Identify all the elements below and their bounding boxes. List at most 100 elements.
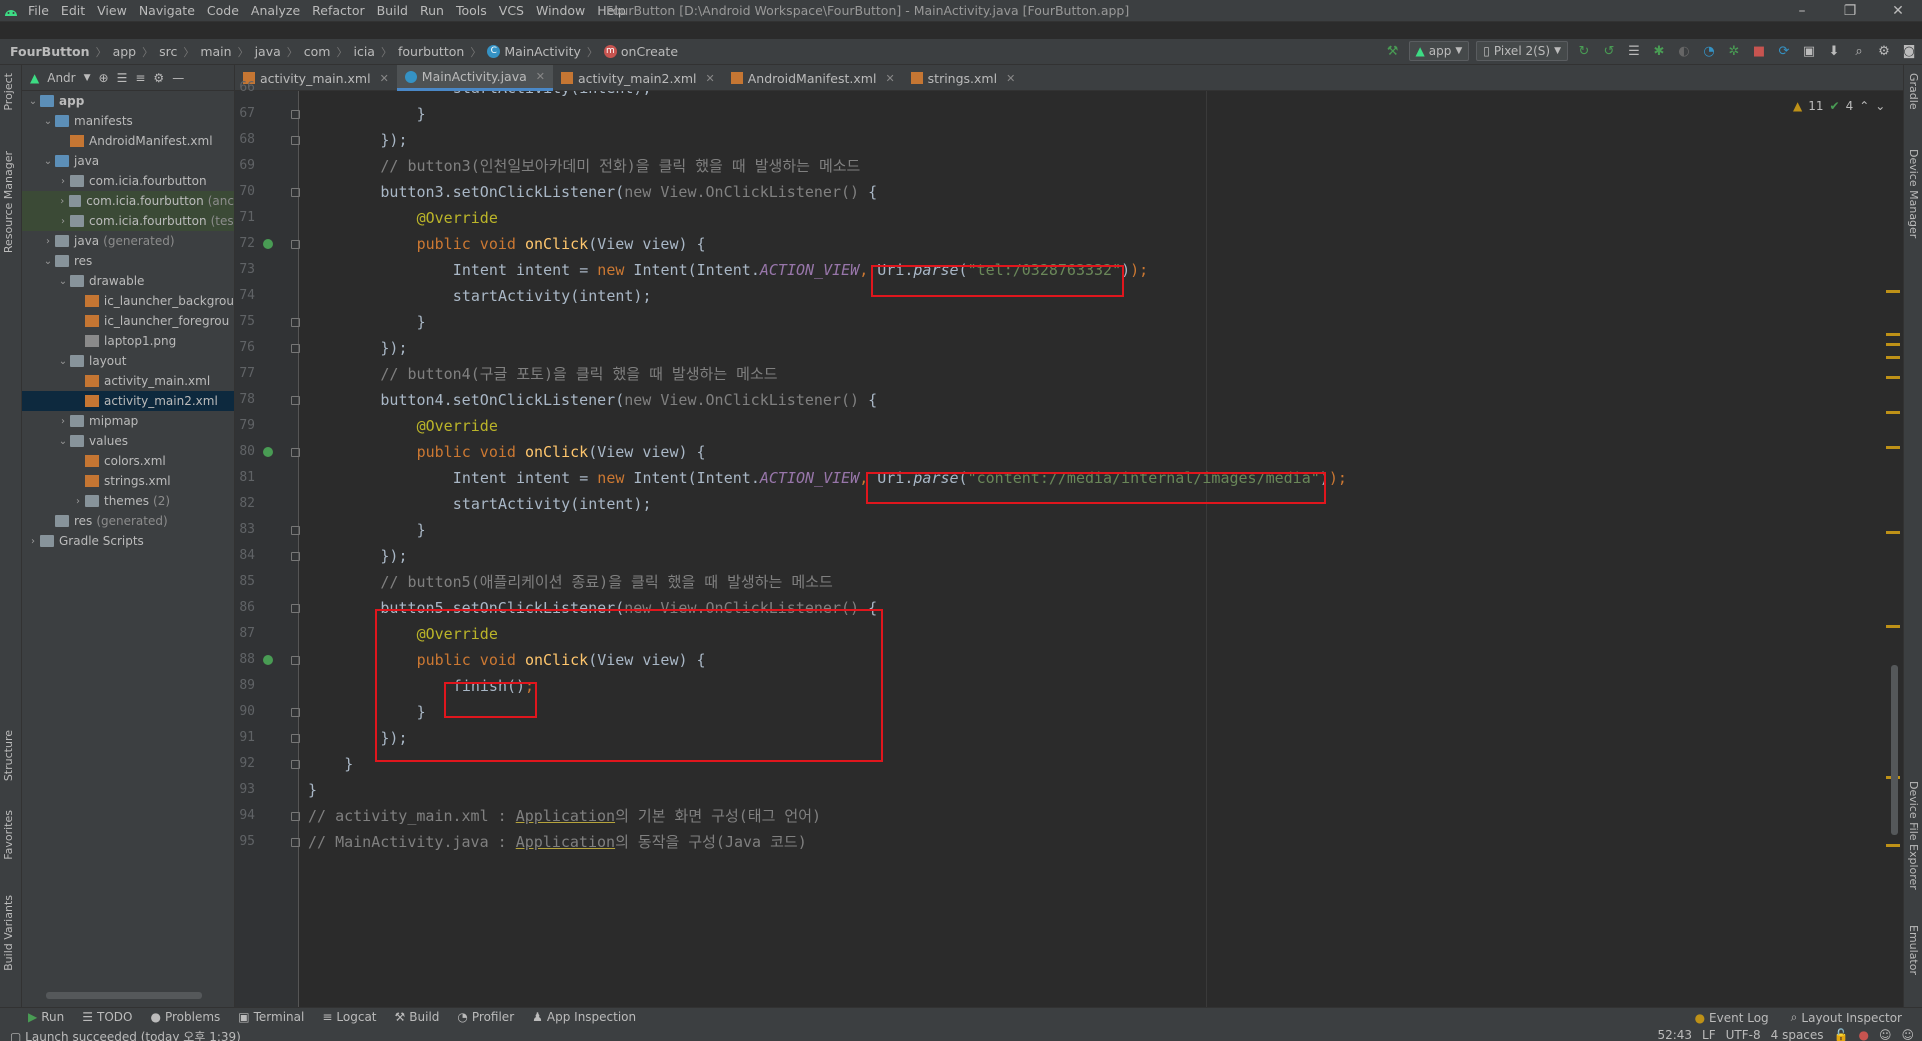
apply-changes-icon[interactable]: ↻ [1575,42,1593,60]
sync-gradle-icon[interactable]: ⟳ [1775,42,1793,60]
tool-tab-favorites[interactable]: Favorites [2,810,15,860]
tool-tab-event-log[interactable]: ● Event Log [1695,1010,1769,1025]
tool-tab-project[interactable]: Project [2,73,15,111]
breadcrumb-item[interactable]: src [159,44,177,59]
inspection-widget[interactable]: ▲ 11 ✔ 4 ⌃ ⌄ [1793,99,1885,113]
tool-tab-build[interactable]: ⚒ Build [395,1010,440,1024]
chevron-down-icon[interactable]: ⌄ [41,256,55,267]
fold-icon[interactable] [291,448,300,457]
apply-code-changes-icon[interactable]: ↺ [1600,42,1618,60]
fold-icon[interactable] [291,136,300,145]
close-tab-icon[interactable]: ✕ [380,72,389,85]
tree-item[interactable]: › themes (2) [22,491,234,511]
tool-tab-device-manager[interactable]: Device Manager [1907,149,1920,238]
menu-edit[interactable]: Edit [55,3,91,18]
editor-tab[interactable]: MainActivity.java ✕ [396,65,553,91]
collapse-all-icon[interactable]: ≡ [135,71,145,85]
expand-all-icon[interactable]: ☰ [117,71,128,85]
close-tab-icon[interactable]: ✕ [1006,72,1015,85]
fold-icon[interactable] [291,240,300,249]
breadcrumb-item[interactable]: fourbutton [398,44,464,59]
fold-icon[interactable] [291,656,300,665]
hide-icon[interactable]: — [172,71,184,85]
tree-item[interactable]: laptop1.png [22,331,234,351]
fold-icon[interactable] [291,344,300,353]
tool-tab-structure[interactable]: Structure [2,730,15,781]
chevron-right-icon[interactable]: › [56,216,70,227]
chevron-down-icon[interactable]: ⌄ [26,96,40,107]
minimize-icon[interactable]: – [1778,0,1826,22]
menu-tools[interactable]: Tools [450,3,493,18]
tool-tab-emulator[interactable]: Emulator [1907,925,1920,975]
editor-tab[interactable]: activity_main.xml ✕ [235,65,397,91]
tool-tab-build-variants[interactable]: Build Variants [2,895,15,971]
attach-debugger-icon[interactable]: ✲ [1725,42,1743,60]
chevron-right-icon[interactable]: › [56,416,70,427]
tree-item[interactable]: ⌄ res [22,251,234,271]
close-tab-icon[interactable]: ✕ [885,72,894,85]
tool-tab-logcat[interactable]: ≡ Logcat [322,1010,376,1024]
breadcrumb-item[interactable]: com [304,44,331,59]
tool-tab-run[interactable]: ▶ Run [28,1010,64,1024]
avatar-icon[interactable]: ◙ [1900,42,1918,60]
file-encoding[interactable]: UTF-8 [1726,1028,1761,1041]
tree-item[interactable]: › mipmap [22,411,234,431]
menu-view[interactable]: View [91,3,133,18]
tree-item[interactable]: AndroidManifest.xml [22,131,234,151]
menu-file[interactable]: File [22,3,55,18]
tool-tab-gradle[interactable]: Gradle [1907,73,1920,110]
chevron-down-icon[interactable]: ⌄ [41,156,55,167]
restore-icon[interactable]: ❐ [1826,0,1874,22]
tree-item[interactable]: activity_main.xml [22,371,234,391]
tree-item[interactable]: › com.icia.fourbutton (tes [22,211,234,231]
tool-tab-layout-inspector[interactable]: ⌕ Layout Inspector [1791,1010,1902,1025]
editor-tab[interactable]: AndroidManifest.xml ✕ [723,65,903,91]
tool-tab-device-file-explorer[interactable]: Device File Explorer [1907,781,1920,890]
fold-icon[interactable] [291,396,300,405]
chevron-right-icon[interactable]: › [41,236,55,247]
chevron-right-icon[interactable]: › [71,496,85,507]
breadcrumb-item[interactable]: FourButton [10,44,90,59]
fold-icon[interactable] [291,604,300,613]
menu-run[interactable]: Run [414,3,450,18]
chevron-down-icon[interactable]: ⌄ [56,276,70,287]
device-manager-icon[interactable]: ▣ [1800,42,1818,60]
override-icon[interactable] [263,447,273,457]
menu-window[interactable]: Window [530,3,591,18]
run-config-select[interactable]: ▲ app ▼ [1408,41,1470,61]
lock-icon[interactable]: 🔓 [1834,1028,1849,1041]
tree-item[interactable]: ⌄ manifests [22,111,234,131]
close-icon[interactable]: ✕ [1874,0,1922,22]
tree-item[interactable]: strings.xml [22,471,234,491]
error-stripe[interactable] [1886,91,1900,1007]
tool-tab-resource-manager[interactable]: Resource Manager [2,151,15,253]
hammer-build-icon[interactable]: ⚒ [1384,42,1402,60]
breadcrumb-item[interactable]: app [113,44,137,59]
fold-icon[interactable] [291,110,300,119]
override-icon[interactable] [263,655,273,665]
menu-refactor[interactable]: Refactor [306,3,370,18]
menu-analyze[interactable]: Analyze [245,3,306,18]
face-icon-2[interactable]: ☺ [1901,1028,1914,1041]
menu-code[interactable]: Code [201,3,245,18]
profile-icon[interactable]: ◔ [1700,42,1718,60]
indent-setting[interactable]: 4 spaces [1771,1028,1824,1041]
breadcrumb-item[interactable]: MainActivity [504,44,581,59]
breadcrumb-item[interactable]: main [200,44,231,59]
tree-item[interactable]: ⌄ drawable [22,271,234,291]
menu-vcs[interactable]: VCS [493,3,530,18]
tree-item[interactable]: › java (generated) [22,231,234,251]
fold-icon[interactable] [291,734,300,743]
override-icon[interactable] [263,239,273,249]
fold-icon[interactable] [291,708,300,717]
fold-icon[interactable] [291,526,300,535]
tool-tab-profiler[interactable]: ◔ Profiler [457,1010,514,1024]
chevron-right-icon[interactable]: › [56,196,69,207]
tree-item[interactable]: ⌄ values [22,431,234,451]
tree-item[interactable]: › Gradle Scripts [22,531,234,551]
chevron-down-icon[interactable]: ⌄ [56,436,70,447]
gear-icon[interactable]: ⚙ [153,71,164,85]
error-icon[interactable]: ● [1858,1028,1868,1041]
close-tab-icon[interactable]: ✕ [536,70,545,83]
fold-icon[interactable] [291,552,300,561]
